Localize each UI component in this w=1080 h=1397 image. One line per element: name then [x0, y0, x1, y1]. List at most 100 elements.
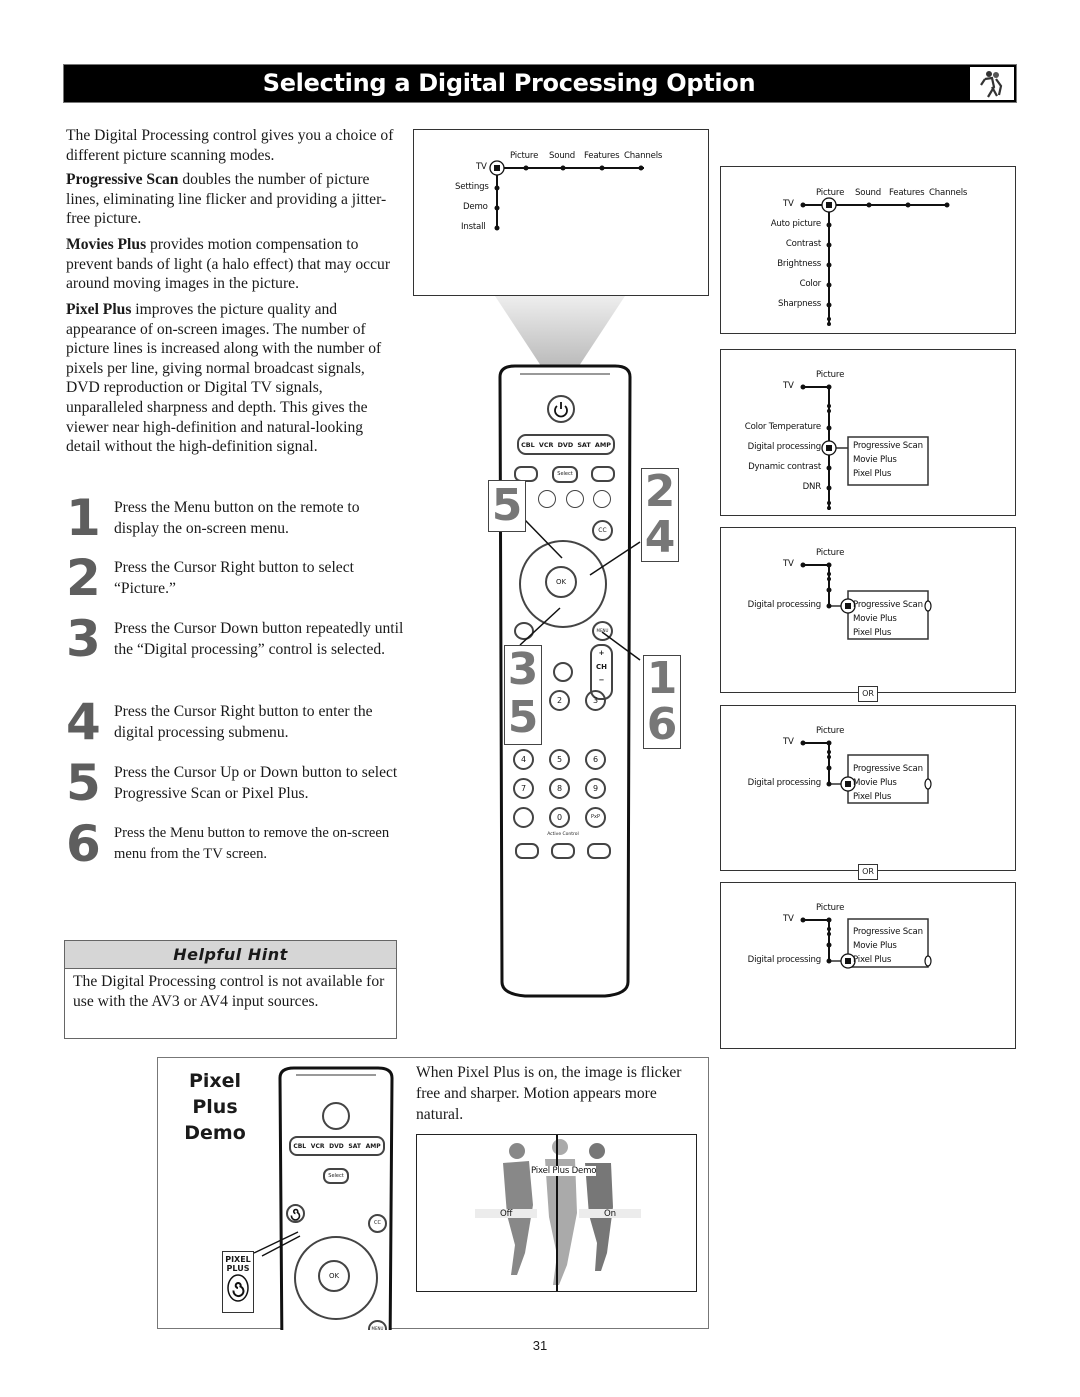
menu-tree-lines — [800, 740, 932, 804]
tv-screen-pixel-plus-selected: TV Picture Digital processing Progressive S… — [720, 882, 1016, 1049]
step-number: 2 — [66, 549, 101, 607]
intro-paragraph: The Digital Processing control gives you… — [66, 126, 396, 165]
progressive-scan-paragraph: Progressive Scan doubles the number of p… — [66, 170, 396, 229]
power-button[interactable] — [322, 1102, 350, 1130]
menu-tree-lines — [800, 917, 932, 969]
source-selector: CBL VCR DVD SAT AMP — [517, 434, 615, 455]
menu-item-features: Features — [584, 151, 620, 161]
step-text: Press the Cursor Right button to enter t… — [114, 703, 373, 741]
source-button-amp[interactable]: AMP — [595, 441, 611, 449]
submenu-progressive-scan: Progressive Scan — [853, 764, 923, 774]
or-label: OR — [858, 686, 878, 702]
power-button[interactable] — [547, 395, 575, 423]
aspect-button[interactable] — [513, 807, 534, 828]
number-button-7[interactable]: 7 — [513, 778, 534, 799]
active-control-button-2[interactable] — [551, 843, 575, 859]
menu-item-color-temperature: Color Temperature — [744, 422, 821, 432]
badge-line: PLUS — [226, 1264, 250, 1273]
menu-root: TV — [783, 559, 794, 569]
menu-item-sharpness: Sharpness — [777, 299, 821, 309]
menu-header-picture: Picture — [816, 903, 845, 913]
menu-item-contrast: Contrast — [785, 239, 821, 249]
menu-tree-lines — [800, 562, 932, 640]
page-number: 31 — [532, 1338, 548, 1353]
submenu-movie-plus: Movie Plus — [853, 614, 897, 624]
runners-image — [475, 1135, 641, 1291]
hint-title: Helpful Hint — [65, 941, 396, 969]
hint-text: The Digital Processing control is not av… — [73, 973, 385, 1010]
callout-step-5: 5 — [488, 480, 526, 532]
number-button-8[interactable]: 8 — [549, 778, 570, 799]
callout-steps-1-6: 1 6 — [643, 655, 681, 749]
source-button-vcr[interactable]: VCR — [311, 1143, 325, 1150]
ok-button[interactable]: OK — [318, 1260, 350, 1292]
active-control-button-1[interactable] — [515, 843, 539, 859]
demo-off-label: Off — [500, 1209, 513, 1219]
movies-plus-paragraph: Movies Plus provides motion compensation… — [66, 235, 396, 294]
menu-item-digital-processing: Digital processing — [747, 778, 822, 788]
source-button-sat[interactable]: SAT — [577, 441, 590, 449]
select-button[interactable]: Select — [323, 1168, 349, 1184]
step-text: Press the Cursor Down button repeatedly … — [114, 620, 404, 658]
source-button-vcr[interactable]: VCR — [539, 441, 554, 449]
number-button-9[interactable]: 9 — [585, 778, 606, 799]
demo-title-line: Pixel — [188, 1070, 242, 1092]
menu-root: TV — [783, 914, 794, 924]
demo-title: Pixel Plus Demo — [180, 1068, 250, 1146]
submenu-progressive-scan: Progressive Scan — [853, 441, 923, 451]
term-pixel-plus: Pixel Plus — [66, 301, 132, 318]
source-selector: CBL VCR DVD SAT AMP — [289, 1136, 385, 1156]
helpful-hint: Helpful Hint The Digital Processing cont… — [64, 940, 397, 1039]
submenu-pixel-plus: Pixel Plus — [853, 792, 892, 802]
runners-icon — [970, 67, 1014, 100]
menu-item-brightness: Brightness — [777, 259, 821, 269]
tv-screen-picture-menu: TV Picture Sound Features Channels Auto … — [720, 166, 1016, 334]
demo-description: When Pixel Plus is on, the image is flic… — [416, 1064, 682, 1123]
submenu-pixel-plus: Pixel Plus — [853, 955, 892, 965]
active-control-button-3[interactable] — [587, 843, 611, 859]
source-button-dvd[interactable]: DVD — [558, 441, 574, 449]
demo-title-line: Plus — [192, 1096, 238, 1118]
menu-root: TV — [476, 162, 487, 172]
intro-text: The Digital Processing control gives you… — [66, 127, 394, 164]
submenu-pixel-plus: Pixel Plus — [853, 628, 892, 638]
callout-steps-2-4: 2 4 — [641, 468, 679, 562]
source-button-sat[interactable]: SAT — [348, 1143, 361, 1150]
step-number: 4 — [66, 693, 101, 751]
number-button-0[interactable]: 0 — [549, 807, 570, 828]
title-bar: Selecting a Digital Processing Option — [63, 64, 1017, 103]
pixel-plus-paragraph: Pixel Plus improves the picture quality … — [66, 300, 396, 457]
step-number: 1 — [66, 489, 101, 547]
menu-item-color: Color — [799, 279, 822, 289]
step-number: 3 — [66, 610, 101, 668]
menu-item-features: Features — [889, 188, 925, 198]
menu-header-picture: Picture — [816, 370, 845, 380]
step-text: Press the Menu button to remove the on-s… — [114, 825, 390, 862]
demo-title-line: Demo — [184, 1122, 246, 1144]
menu-item-digital-processing: Digital processing — [747, 442, 822, 452]
pip-button[interactable]: PxP — [585, 807, 606, 828]
pixel-plus-demo-section: Pixel Plus Demo CBL VCR DVD SAT AMP Sele… — [157, 1057, 709, 1330]
menu-tree-lines — [800, 384, 929, 510]
submenu-progressive-scan: Progressive Scan — [853, 927, 923, 937]
or-label: OR — [858, 864, 878, 880]
menu-item-dnr: DNR — [802, 482, 822, 492]
remote-control-mini: CBL VCR DVD SAT AMP Select CC OK MENU — [276, 1064, 396, 1330]
source-button-cbl[interactable]: CBL — [521, 441, 535, 449]
menu-item-install: Install — [461, 222, 486, 232]
source-button-dvd[interactable]: DVD — [329, 1143, 344, 1150]
submenu-movie-plus: Movie Plus — [853, 941, 897, 951]
menu-header-picture: Picture — [816, 726, 845, 736]
source-button-cbl[interactable]: CBL — [293, 1143, 306, 1150]
pixel-plus-text: improves the picture quality and appeara… — [66, 301, 382, 456]
menu-item-dynamic-contrast: Dynamic contrast — [748, 462, 821, 472]
menu-item-auto-picture: Auto picture — [770, 219, 822, 229]
remote-beam — [495, 296, 625, 366]
cc-button[interactable]: CC — [368, 1214, 387, 1233]
step-number: 6 — [66, 815, 101, 873]
menu-root: TV — [783, 199, 794, 209]
pixel-plus-leader-lines — [253, 1231, 301, 1257]
source-button-amp[interactable]: AMP — [366, 1143, 381, 1150]
menu-root: TV — [783, 737, 794, 747]
page-title: Selecting a Digital Processing Option — [262, 69, 756, 97]
